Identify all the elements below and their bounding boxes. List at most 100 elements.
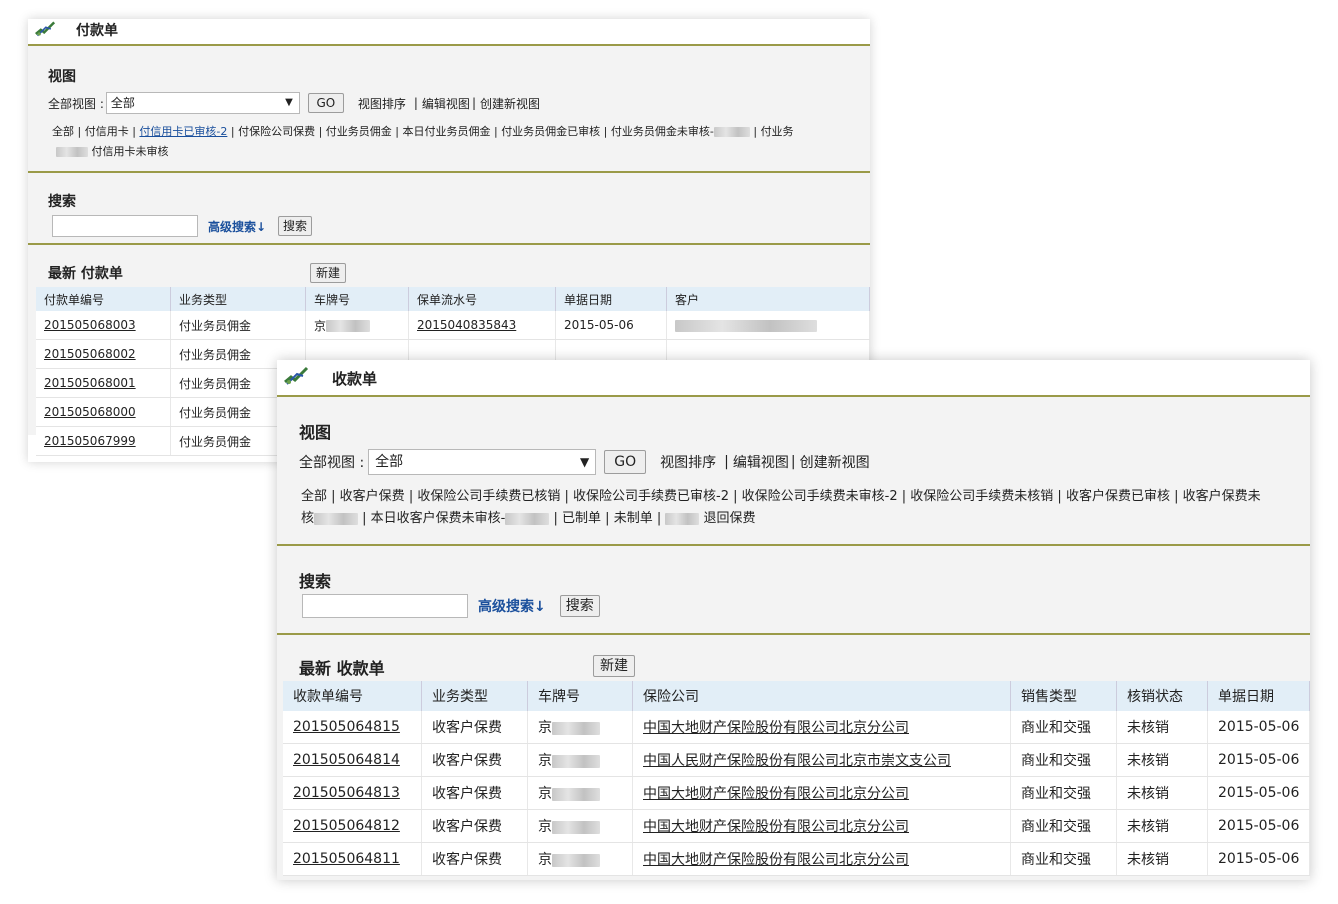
- filter-link[interactable]: 收客户保费已审核: [1066, 489, 1170, 504]
- redacted-text: [552, 721, 600, 735]
- filter-link[interactable]: 本日付业务员佣金: [402, 125, 490, 138]
- column-header[interactable]: 单据日期: [555, 287, 667, 311]
- search-button[interactable]: 搜索: [278, 216, 313, 236]
- payment-id-link[interactable]: 201505068003: [36, 311, 171, 340]
- document-date: 2015-05-06: [1207, 809, 1310, 843]
- customer-cell: [666, 311, 870, 340]
- payment-id-link[interactable]: 201505068000: [36, 397, 171, 427]
- receipt-search-section: 搜索 高级搜索↓ 搜索: [277, 546, 1310, 633]
- receipt-window: 收款单 视图 全部视图 : 全部 ▼ GO 视图排序 | 编辑视图 | 创建新视…: [277, 360, 1310, 880]
- redacted-text: [314, 512, 359, 525]
- filter-link[interactable]: 付信用卡: [85, 125, 129, 138]
- column-header[interactable]: 核销状态: [1116, 681, 1208, 711]
- insurance-company-link[interactable]: 中国大地财产保险股份有限公司北京分公司: [632, 842, 1011, 876]
- filter-link[interactable]: 收保险公司手续费已审核-2: [573, 489, 729, 504]
- insurance-company-link[interactable]: 中国大地财产保险股份有限公司北京分公司: [632, 809, 1011, 843]
- filter-link[interactable]: 本日收客户保费未审核-: [371, 511, 506, 526]
- go-button[interactable]: GO: [307, 93, 344, 113]
- policy-number-link[interactable]: 2015040835843: [408, 311, 556, 340]
- filter-link[interactable]: 付业务员佣金: [326, 125, 392, 138]
- sales-type: 商业和交强: [1010, 711, 1117, 744]
- redacted-text: [552, 853, 600, 867]
- filter-link[interactable]: 付保险公司保费: [238, 125, 315, 138]
- receipt-id-link[interactable]: 201505064811: [283, 842, 422, 876]
- receipt-id-link[interactable]: 201505064813: [283, 776, 422, 810]
- filter-link[interactable]: 已制单: [562, 511, 601, 526]
- writeoff-status: 未核销: [1116, 809, 1208, 843]
- filter-link[interactable]: 收保险公司手续费未审核-2: [742, 489, 898, 504]
- filter-link[interactable]: 收保险公司手续费未核销: [910, 489, 1053, 504]
- column-header[interactable]: 业务类型: [170, 287, 306, 311]
- insurance-company-link[interactable]: 中国人民财产保险股份有限公司北京市崇文支公司: [632, 743, 1011, 777]
- new-button[interactable]: 新建: [593, 655, 635, 677]
- dropdown-arrow-icon: ▼: [579, 455, 590, 469]
- filter-link[interactable]: 收客户保费未: [1183, 489, 1261, 504]
- create-view-link[interactable]: 创建新视图: [800, 452, 870, 472]
- receipt-list-section: 最新 收款单 新建 收款单编号 业务类型 车牌号 保险公司 销售类型 核销状态 …: [277, 635, 1310, 880]
- receipt-id-link[interactable]: 201505064812: [283, 809, 422, 843]
- filter-link[interactable]: 全部: [301, 489, 327, 504]
- view-sort-link[interactable]: 视图排序: [660, 452, 716, 472]
- column-header[interactable]: 销售类型: [1010, 681, 1117, 711]
- payment-id-link[interactable]: 201505068001: [36, 368, 171, 398]
- redacted-text: [552, 787, 600, 801]
- column-header[interactable]: 业务类型: [421, 681, 528, 711]
- view-select[interactable]: 全部 ▼: [368, 449, 597, 475]
- column-header[interactable]: 保险公司: [632, 681, 1011, 711]
- payment-id-link[interactable]: 201505068002: [36, 339, 171, 369]
- payment-search-section: 搜索 高级搜索↓ 搜索: [28, 173, 870, 243]
- filter-link[interactable]: 退回保费: [704, 511, 756, 526]
- search-button[interactable]: 搜索: [559, 595, 600, 617]
- insurance-company-link[interactable]: 中国大地财产保险股份有限公司北京分公司: [632, 711, 1011, 744]
- filter-link[interactable]: 未制单: [614, 511, 653, 526]
- column-header[interactable]: 车牌号: [527, 681, 633, 711]
- filter-link[interactable]: 收客户保费: [340, 489, 405, 504]
- redacted-text: [505, 512, 550, 525]
- filter-link[interactable]: 收保险公司手续费已核销: [417, 489, 560, 504]
- filter-link[interactable]: 付业务员佣金已审核: [501, 125, 600, 138]
- logo-icon: [284, 366, 309, 385]
- view-filter-links: 全部 | 收客户保费 | 收保险公司手续费已核销 | 收保险公司手续费已审核-2…: [301, 489, 1261, 504]
- column-header[interactable]: 单据日期: [1207, 681, 1310, 711]
- column-header[interactable]: 付款单编号: [36, 287, 171, 311]
- filter-link[interactable]: 付业务员佣金未审核-: [611, 125, 714, 138]
- column-header[interactable]: 车牌号: [305, 287, 409, 311]
- filter-link[interactable]: 付信用卡未审核: [92, 145, 169, 158]
- table-header: 收款单编号 业务类型 车牌号 保险公司 销售类型 核销状态 单据日期: [283, 681, 1310, 711]
- view-sort-link[interactable]: 视图排序: [358, 95, 406, 112]
- writeoff-status: 未核销: [1116, 711, 1208, 744]
- insurance-company-link[interactable]: 中国大地财产保险股份有限公司北京分公司: [632, 776, 1011, 810]
- document-date: 2015-05-06: [555, 311, 667, 340]
- redacted-text: [326, 320, 371, 332]
- filter-link-active[interactable]: 付信用卡已审核-2: [139, 125, 227, 138]
- table-row: 201505064813 收客户保费 京 中国大地财产保险股份有限公司北京分公司…: [283, 776, 1310, 810]
- payment-id-link[interactable]: 201505067999: [36, 426, 171, 456]
- advanced-search-link[interactable]: 高级搜索↓: [208, 218, 266, 235]
- search-input[interactable]: [302, 594, 468, 618]
- dropdown-arrow-icon: ▼: [285, 97, 293, 108]
- plate-cell: 京: [527, 743, 633, 777]
- table-row: 201505064812 收客户保费 京 中国大地财产保险股份有限公司北京分公司…: [283, 809, 1310, 843]
- search-input[interactable]: [52, 215, 198, 237]
- edit-view-link[interactable]: 编辑视图: [733, 452, 789, 472]
- column-header[interactable]: 保单流水号: [408, 287, 556, 311]
- go-button[interactable]: GO: [604, 450, 647, 474]
- business-type: 收客户保费: [421, 711, 528, 744]
- new-button[interactable]: 新建: [310, 263, 346, 283]
- edit-view-link[interactable]: 编辑视图: [422, 95, 470, 112]
- sales-type: 商业和交强: [1010, 809, 1117, 843]
- filter-link[interactable]: 付业务: [761, 125, 794, 138]
- receipt-id-link[interactable]: 201505064814: [283, 743, 422, 777]
- business-type: 收客户保费: [421, 743, 528, 777]
- sales-type: 商业和交强: [1010, 776, 1117, 810]
- column-header[interactable]: 收款单编号: [283, 681, 422, 711]
- column-header[interactable]: 客户: [666, 287, 870, 311]
- all-views-label: 全部视图 :: [299, 455, 365, 471]
- table-row: 201505064815 收客户保费 京 中国大地财产保险股份有限公司北京分公司…: [283, 711, 1310, 744]
- receipt-id-link[interactable]: 201505064815: [283, 711, 422, 744]
- filter-link[interactable]: 全部: [52, 125, 74, 138]
- redacted-text: [552, 820, 600, 834]
- view-select[interactable]: 全部 ▼: [105, 92, 300, 114]
- create-view-link[interactable]: 创建新视图: [480, 95, 540, 112]
- advanced-search-link[interactable]: 高级搜索↓: [478, 596, 546, 616]
